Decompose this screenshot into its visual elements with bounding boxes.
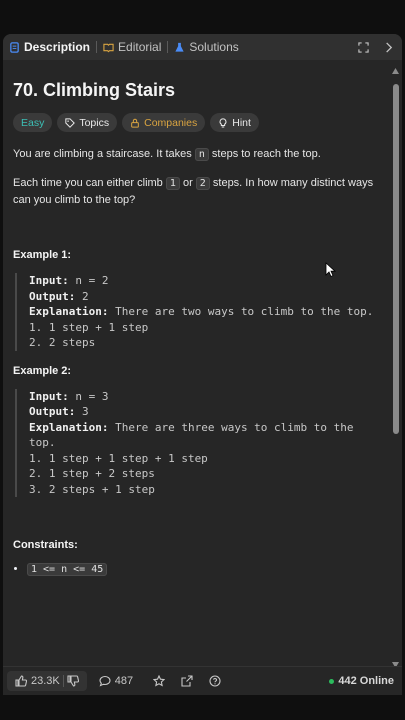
expand-icon[interactable] xyxy=(358,41,369,53)
comments-button[interactable]: 487 xyxy=(99,675,133,687)
lightbulb-icon xyxy=(219,117,227,128)
problem-panel: Description Editorial Solutions 70. Clim… xyxy=(3,34,402,694)
share-icon xyxy=(181,675,193,687)
explanation-line: 3. 2 steps + 1 step xyxy=(29,482,155,496)
favorite-button[interactable] xyxy=(153,675,166,687)
hint-tag[interactable]: Hint xyxy=(210,113,259,132)
example-1-heading: Example 1: xyxy=(13,249,72,261)
topics-tag[interactable]: Topics xyxy=(57,113,118,132)
tab-solutions-label: Solutions xyxy=(189,40,239,54)
online-dot xyxy=(329,678,335,684)
companies-tag[interactable]: Companies xyxy=(122,113,206,132)
book-icon xyxy=(103,43,114,52)
inline-code: 2 xyxy=(195,177,210,190)
vote-group: 23.3K xyxy=(7,671,87,691)
example-2-block: Input: n = 3 Output: 3 Explanation: Ther… xyxy=(15,388,385,497)
tab-bar: Description Editorial Solutions xyxy=(3,34,402,60)
problem-description: 70. Climbing Stairs Easy Topics Companie… xyxy=(13,70,385,576)
explanation-line: 2. 1 step + 2 steps xyxy=(29,467,155,480)
example-2-heading: Example 2: xyxy=(13,364,72,377)
tag-icon xyxy=(65,117,76,128)
comment-icon xyxy=(99,675,111,687)
thumbs-down-icon xyxy=(67,675,79,687)
online-count: 442 Online xyxy=(338,675,394,687)
online-status: 442 Online xyxy=(329,675,394,687)
lock-icon xyxy=(131,118,139,128)
constraints-heading: Constraints: xyxy=(13,539,78,551)
explanation-label: Explanation: xyxy=(29,420,109,434)
explanation-line: 2. 2 steps xyxy=(29,336,96,349)
explanation-line: 1. 1 step + 1 step xyxy=(29,320,149,334)
explanation-label: Explanation: xyxy=(29,305,109,318)
constraints-list: 1 <= n <= 45 xyxy=(13,563,385,576)
topics-label: Topics xyxy=(79,116,110,129)
scrollbar-thumb[interactable] xyxy=(393,84,399,434)
comments-count: 487 xyxy=(114,675,134,687)
description-icon xyxy=(10,41,19,53)
difficulty-tag: Easy xyxy=(13,113,53,132)
star-icon xyxy=(153,675,166,687)
mouse-cursor-icon xyxy=(325,262,337,278)
input-label: Input: xyxy=(29,389,69,403)
constraint-item: 1 <= n <= 45 xyxy=(27,563,385,576)
input-label: Input: xyxy=(29,274,69,287)
constraint-code: 1 <= n <= 45 xyxy=(27,563,108,576)
help-button[interactable] xyxy=(209,675,221,687)
description-paragraph-2: Each time you can either climb 1 or 2 st… xyxy=(13,175,385,209)
output-label: Output: xyxy=(29,289,76,303)
output-value: 3 xyxy=(81,405,89,418)
share-button[interactable] xyxy=(181,675,193,687)
downvote-button[interactable] xyxy=(64,675,82,687)
inline-code: n xyxy=(194,148,209,161)
input-value: n = 3 xyxy=(75,389,109,403)
input-value: n = 2 xyxy=(75,274,109,287)
explanation-text: There are two ways to climb to the top. xyxy=(115,305,374,318)
chevron-right-icon[interactable] xyxy=(383,41,394,53)
text: You are climbing a staircase. It takes xyxy=(13,148,192,160)
thumbs-up-icon xyxy=(15,675,27,687)
text: Each time you can either climb xyxy=(13,177,163,189)
text: steps to reach the top. xyxy=(211,148,321,160)
scrollbar[interactable] xyxy=(392,68,399,694)
tab-description-label: Description xyxy=(24,40,91,54)
output-label: Output: xyxy=(29,405,76,418)
bottom-toolbar: 23.3K 487 442 Online xyxy=(3,666,402,695)
tab-solutions[interactable]: Solutions xyxy=(168,34,244,60)
scroll-up-icon[interactable] xyxy=(392,68,399,74)
tab-editorial-label: Editorial xyxy=(118,40,162,54)
flask-icon xyxy=(175,42,184,52)
tab-description[interactable]: Description xyxy=(3,34,96,60)
output-value: 2 xyxy=(81,289,89,303)
text: or xyxy=(182,177,193,189)
question-icon xyxy=(209,675,221,687)
hint-label: Hint xyxy=(232,116,251,129)
example-1-block: Input: n = 2 Output: 2 Explanation: Ther… xyxy=(15,273,385,351)
description-paragraph-1: You are climbing a staircase. It takes n… xyxy=(13,146,385,163)
tab-editorial[interactable]: Editorial xyxy=(97,34,167,60)
difficulty-label: Easy xyxy=(21,116,45,129)
companies-label: Companies xyxy=(144,116,198,129)
tag-row: Easy Topics Companies Hint xyxy=(13,113,385,132)
explanation-line: 1. 1 step + 1 step + 1 step xyxy=(29,451,208,465)
problem-title: 70. Climbing Stairs xyxy=(13,80,176,100)
likes-count: 23.3K xyxy=(31,675,60,687)
upvote-button[interactable]: 23.3K xyxy=(12,675,63,687)
inline-code: 1 xyxy=(165,177,180,190)
